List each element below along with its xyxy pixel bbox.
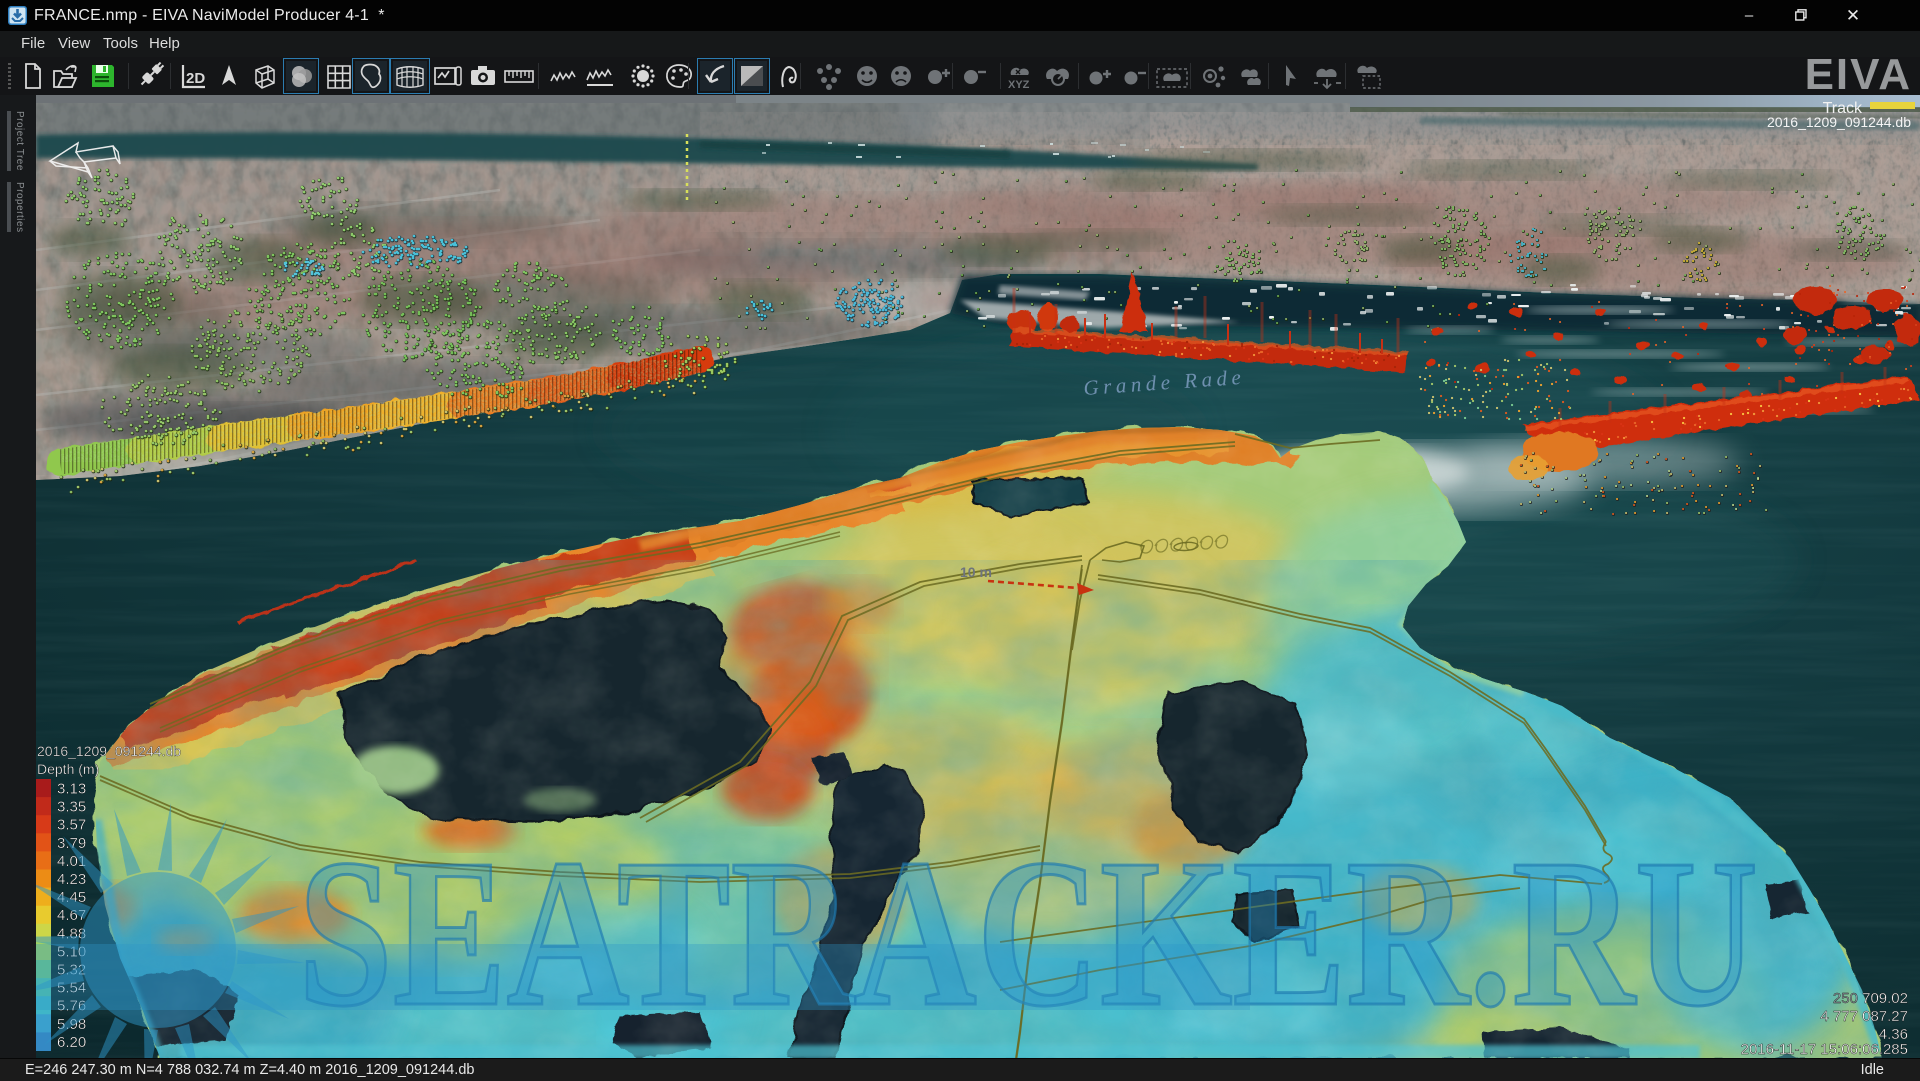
svg-text:3.79: 3.79 [57,835,86,852]
svg-text:3.13: 3.13 [57,781,86,798]
svg-text:3.57: 3.57 [57,817,86,834]
svg-text:6.20: 6.20 [57,1034,86,1051]
svg-text:250 709.02: 250 709.02 [1833,990,1908,1007]
svg-text:2016_1209_091244.db: 2016_1209_091244.db [1767,114,1911,130]
svg-text:Depth (m): Depth (m) [37,761,99,777]
svg-text:10 m: 10 m [960,564,992,580]
svg-text:XYZ: XYZ [1008,79,1030,91]
svg-text:2016-11-17 15:06:06.285: 2016-11-17 15:06:06.285 [1741,1041,1908,1058]
svg-text:4.23: 4.23 [57,871,86,888]
svg-text:4 777 087.27: 4 777 087.27 [1820,1008,1908,1025]
svg-text:2D: 2D [186,70,205,87]
svg-text:2016_1209_091244.db: 2016_1209_091244.db [37,743,181,759]
svg-text:SEATRACKER.RU: SEATRACKER.RU [298,815,1758,1050]
svg-text:3.35: 3.35 [57,799,86,816]
